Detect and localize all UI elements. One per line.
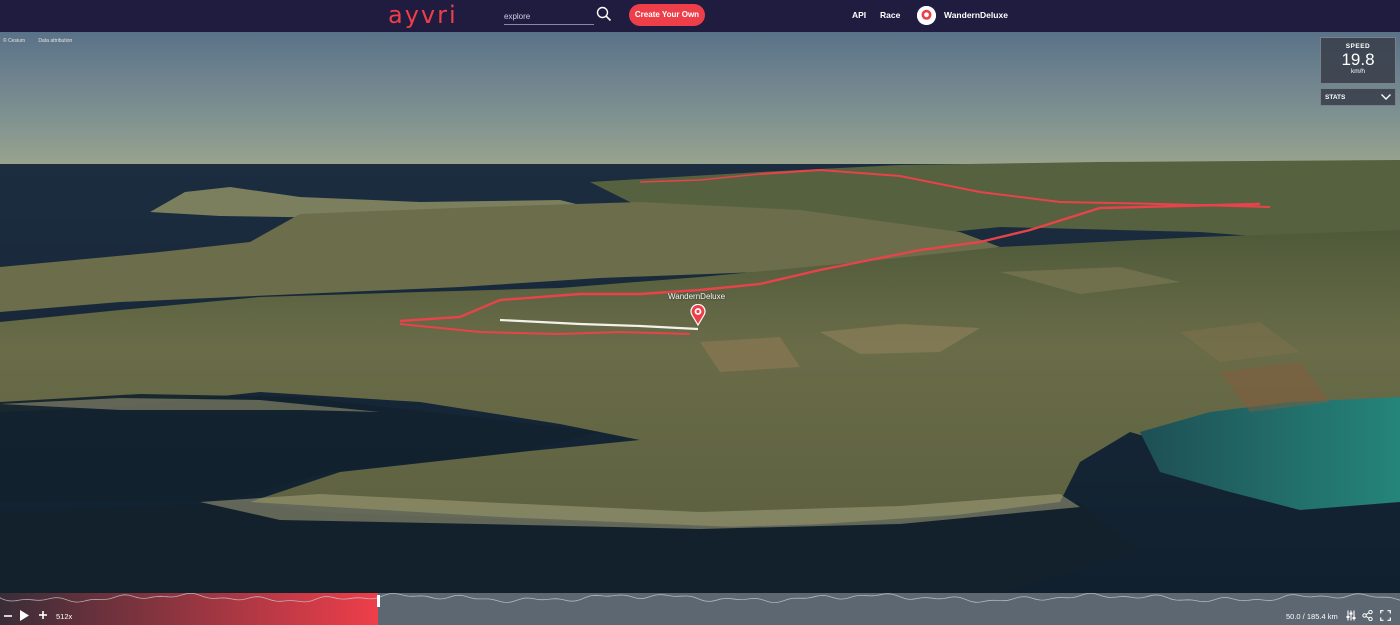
distance-readout: 50.0 / 185.4 km [1286,612,1338,621]
speed-value: 19.8 [1341,50,1375,69]
avatar-icon[interactable] [917,6,936,25]
minus-icon[interactable] [3,611,13,621]
attribution-cesium[interactable]: © Cesium [3,38,25,44]
search-field[interactable] [504,6,594,26]
playhead-handle[interactable] [377,595,380,607]
settings-icon[interactable] [1345,610,1357,621]
athlete-marker-label: WandernDeluxe [668,292,726,301]
top-navbar: ayvri Create Your Own API Race WandernDe… [0,0,1400,32]
play-icon[interactable] [19,609,30,622]
nav-link-api[interactable]: API [852,10,866,20]
speed-multiplier[interactable]: 512x [56,612,72,621]
create-your-own-button[interactable]: Create Your Own [629,4,705,26]
search-icon[interactable] [596,6,612,22]
elevation-profile[interactable] [0,593,1400,625]
share-icon[interactable] [1362,610,1373,621]
speed-unit: km/h [1350,68,1366,75]
map-attribution: © Cesium Data attribution [3,38,84,44]
speed-panel: SPEED 19.8 km/h [1320,37,1396,84]
stats-dropdown[interactable]: STATS [1320,88,1396,106]
chevron-down-icon[interactable] [1380,92,1392,102]
fullscreen-icon[interactable] [1380,610,1391,621]
user-name[interactable]: WandernDeluxe [944,10,1008,20]
map-3d-view[interactable]: © Cesium Data attribution WandernDeluxe [0,32,1400,593]
ayvri-logo[interactable]: ayvri [388,2,458,28]
speed-label: SPEED [1345,43,1371,50]
playback-bar: 512x 50.0 / 185.4 km [0,593,1400,625]
attribution-data[interactable]: Data attribution [38,38,72,44]
nav-link-race[interactable]: Race [880,10,900,20]
stats-label: STATS [1325,94,1346,101]
plus-icon[interactable] [38,610,48,620]
search-input[interactable] [504,7,594,26]
location-marker-icon[interactable] [690,304,706,326]
